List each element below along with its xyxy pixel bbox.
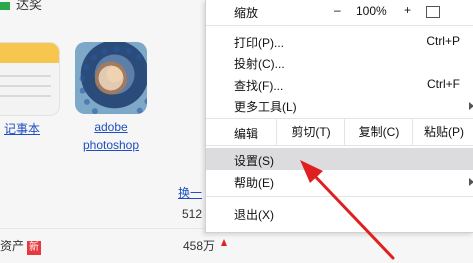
edit-label: 编辑 (234, 127, 259, 141)
zoom-row: 缩放 – 100% + (206, 0, 473, 22)
notepad-line (0, 85, 51, 87)
menu-item-cast[interactable]: 投射(C)... (206, 51, 473, 73)
stat-value-458: 458万 (183, 239, 216, 253)
copy-button[interactable]: 复制(C) (344, 119, 413, 145)
photo-face (95, 60, 127, 100)
edit-row: 编辑 剪切(T) 复制(C) 粘贴(P) (206, 119, 473, 145)
photoshop-app-icon[interactable] (75, 42, 147, 114)
notepad-band (0, 43, 59, 63)
menu-item-label: 查找(F)... (234, 79, 284, 93)
paste-button[interactable]: 粘贴(P) (412, 119, 473, 145)
photoshop-link-line2[interactable]: photoshop (78, 138, 144, 152)
top-label-text: 达奖 (16, 0, 43, 12)
notepad-link[interactable]: 记事本 (4, 120, 40, 137)
menu-item-label: 帮助(E) (234, 176, 274, 190)
new-badge: 新 (27, 241, 42, 255)
cut-button[interactable]: 剪切(T) (276, 119, 345, 145)
chevron-right-icon (469, 178, 473, 186)
green-marker-icon (0, 1, 10, 10)
menu-item-shortcut: Ctrl+F (427, 77, 460, 91)
top-label: 达奖 (0, 0, 42, 13)
browser-menu: 缩放 – 100% + 打印(P)... Ctrl+P 投射(C)... 查找(… (205, 0, 473, 233)
menu-item-label: 更多工具(L) (234, 100, 297, 114)
menu-separator (206, 25, 473, 26)
swap-link[interactable]: 换一 (178, 184, 202, 201)
ranking-row-label[interactable]: 资产新 (0, 237, 42, 255)
zoom-out-button[interactable]: – (334, 3, 341, 17)
menu-item-shortcut: Ctrl+P (426, 34, 460, 48)
chevron-right-icon (469, 102, 473, 110)
notepad-line (0, 75, 51, 77)
menu-item-help[interactable]: 帮助(E) (206, 170, 473, 192)
browser-page: 达奖 记事本 adobe photoshop 换一 512 资产新 458万 缩… (0, 0, 473, 263)
menu-item-exit[interactable]: 退出(X) (206, 202, 473, 224)
menu-item-find[interactable]: 查找(F)... Ctrl+F (206, 73, 473, 95)
menu-separator (206, 196, 473, 197)
menu-item-label: 退出(X) (234, 208, 274, 222)
stat-value-512: 512 (182, 207, 203, 221)
menu-item-label: 打印(P)... (234, 36, 284, 50)
fullscreen-icon[interactable] (426, 6, 440, 18)
zoom-value: 100% (356, 4, 387, 18)
zoom-in-button[interactable]: + (404, 3, 411, 17)
ranking-row-text: 资产 (0, 239, 25, 253)
row-divider (0, 228, 205, 229)
menu-item-label: 投射(C)... (234, 57, 285, 71)
notepad-line (0, 95, 51, 97)
trend-up-icon (221, 239, 227, 246)
menu-item-more-tools[interactable]: 更多工具(L) (206, 94, 473, 116)
menu-item-print[interactable]: 打印(P)... Ctrl+P (206, 30, 473, 52)
menu-separator (206, 145, 473, 146)
notepad-app-icon[interactable] (0, 42, 60, 116)
menu-item-label: 设置(S) (234, 154, 274, 168)
zoom-label: 缩放 (234, 6, 259, 20)
photoshop-link-line1[interactable]: adobe (86, 120, 136, 134)
menu-item-settings[interactable]: 设置(S) (206, 148, 473, 170)
